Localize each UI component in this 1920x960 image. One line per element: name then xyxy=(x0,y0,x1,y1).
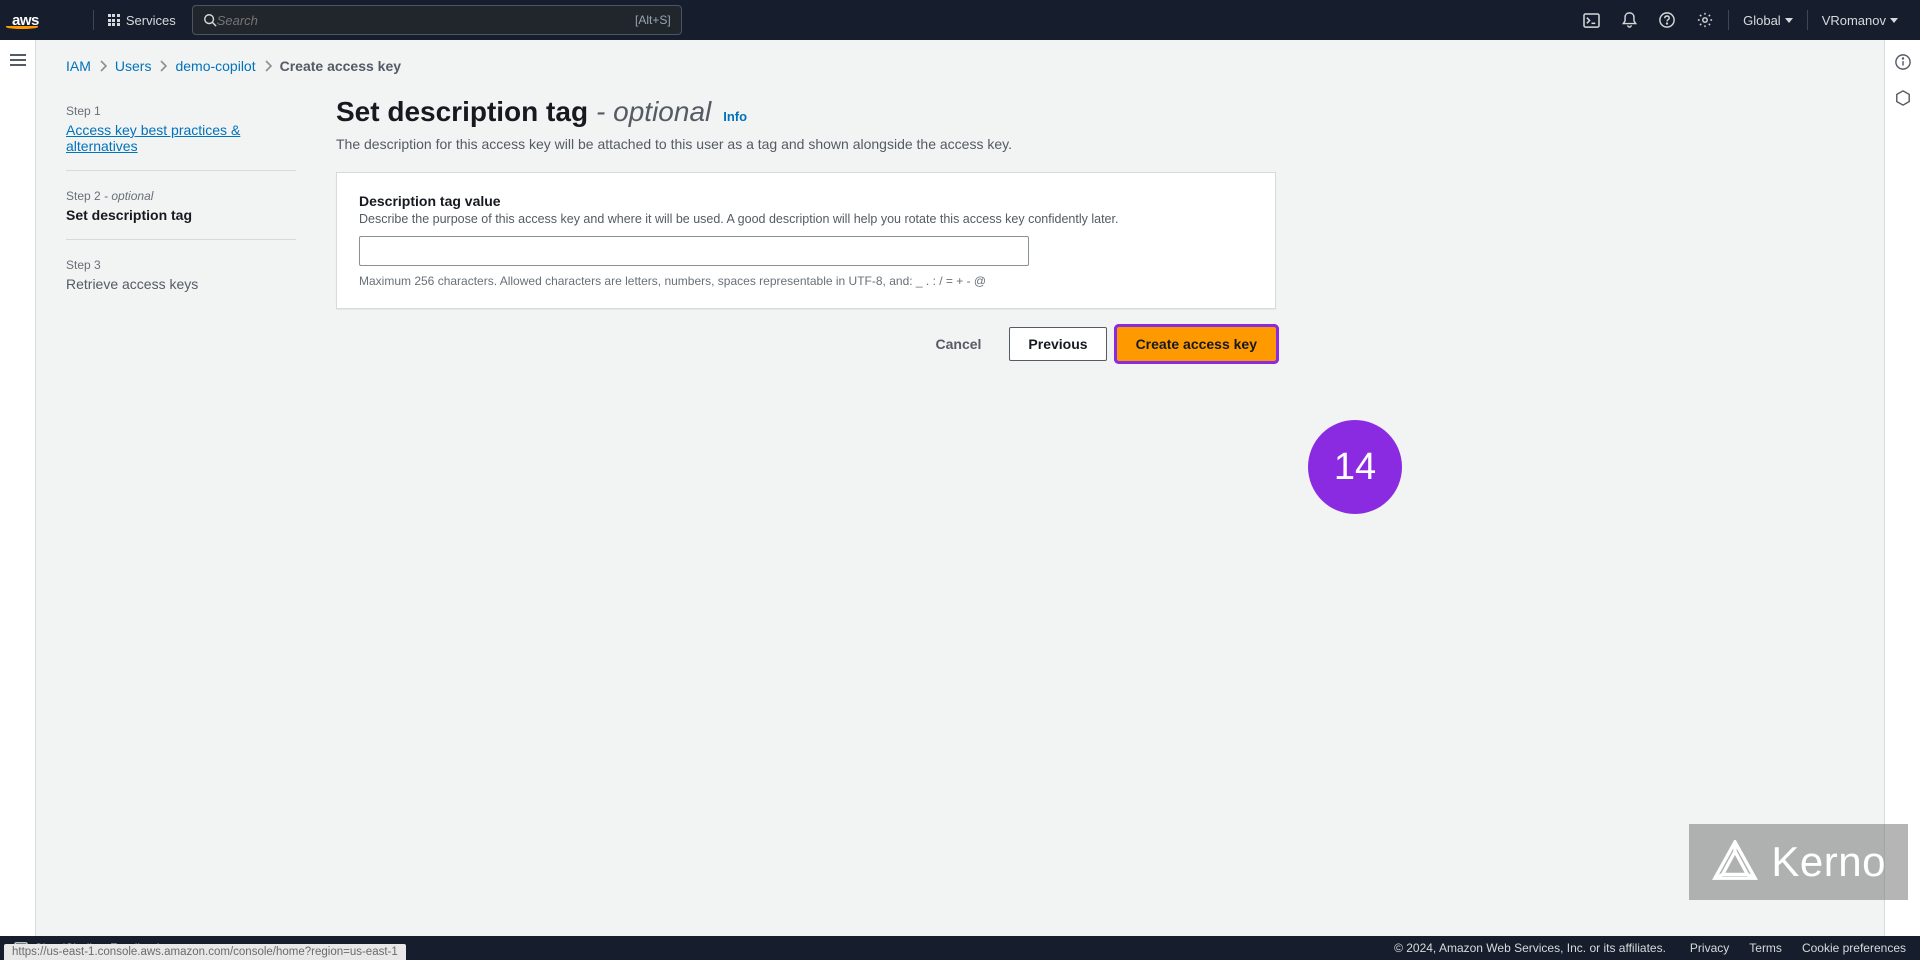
field-constraint: Maximum 256 characters. Allowed characte… xyxy=(359,274,1253,288)
kerno-label: Kerno xyxy=(1771,838,1886,886)
info-circle-icon[interactable] xyxy=(1895,54,1911,70)
privacy-link[interactable]: Privacy xyxy=(1690,941,1729,955)
services-button[interactable]: Services xyxy=(98,0,186,40)
help-button[interactable] xyxy=(1648,0,1686,40)
top-nav: aws Services [Alt+S] Global VRomanov xyxy=(0,0,1920,40)
region-selector[interactable]: Global xyxy=(1733,0,1803,40)
content-main: Set description tag - optional Info The … xyxy=(336,96,1276,361)
copyright: © 2024, Amazon Web Services, Inc. or its… xyxy=(1394,941,1666,955)
annotation-badge: 14 xyxy=(1308,420,1402,514)
title-optional: optional xyxy=(613,96,711,127)
field-hint: Describe the purpose of this access key … xyxy=(359,212,1253,226)
chevron-right-icon xyxy=(159,60,167,72)
app-body: IAM Users demo-copilot Create access key… xyxy=(0,40,1920,936)
page-title: Set description tag - optional Info xyxy=(336,96,1276,128)
search-shortcut: [Alt+S] xyxy=(635,13,671,27)
main-area: IAM Users demo-copilot Create access key… xyxy=(36,40,1884,936)
left-rail xyxy=(0,40,36,936)
field-label: Description tag value xyxy=(359,193,1253,209)
wizard-step-1-link[interactable]: Access key best practices & alternatives xyxy=(66,122,296,154)
description-tag-input[interactable] xyxy=(359,236,1029,266)
wizard-step-3-title: Retrieve access keys xyxy=(66,276,296,292)
page-description: The description for this access key will… xyxy=(336,136,1276,152)
wizard-step-3: Step 3 Retrieve access keys xyxy=(66,250,296,308)
services-label: Services xyxy=(126,13,176,28)
open-sidenav-button[interactable] xyxy=(10,54,26,66)
divider xyxy=(1807,10,1808,30)
notifications-button[interactable] xyxy=(1610,0,1648,40)
wizard-step-1: Step 1 Access key best practices & alter… xyxy=(66,96,296,171)
step-number: Step 2 - optional xyxy=(66,189,296,203)
step-number: Step 3 xyxy=(66,258,296,272)
cloudshell-icon-button[interactable] xyxy=(1572,0,1610,40)
search-input-wrap[interactable]: [Alt+S] xyxy=(192,5,682,35)
right-rail xyxy=(1884,40,1920,936)
divider xyxy=(1728,10,1729,30)
search-icon xyxy=(203,13,217,27)
status-url-preview: https://us-east-1.console.aws.amazon.com… xyxy=(4,944,406,960)
create-access-key-button[interactable]: Create access key xyxy=(1117,327,1276,361)
grid-icon xyxy=(108,14,120,26)
breadcrumb-user[interactable]: demo-copilot xyxy=(175,58,255,74)
breadcrumb: IAM Users demo-copilot Create access key xyxy=(66,58,1854,74)
aws-logo[interactable]: aws xyxy=(12,12,71,29)
title-sep: - xyxy=(596,96,613,127)
chevron-down-icon xyxy=(1890,18,1898,23)
description-panel: Description tag value Describe the purpo… xyxy=(336,172,1276,309)
page-title-main: Set description tag xyxy=(336,96,588,128)
step-number: Step 1 xyxy=(66,104,296,118)
terminal-icon xyxy=(1583,13,1600,28)
wizard-steps: Step 1 Access key best practices & alter… xyxy=(66,96,296,361)
chevron-right-icon xyxy=(264,60,272,72)
hexagon-icon[interactable] xyxy=(1895,90,1911,106)
search-input[interactable] xyxy=(217,13,635,28)
region-label: Global xyxy=(1743,13,1781,28)
divider xyxy=(93,10,94,30)
question-circle-icon xyxy=(1659,12,1675,28)
breadcrumb-current: Create access key xyxy=(280,58,401,74)
user-menu[interactable]: VRomanov xyxy=(1812,0,1908,40)
kerno-logo-icon xyxy=(1711,840,1759,884)
breadcrumb-iam[interactable]: IAM xyxy=(66,58,91,74)
user-label: VRomanov xyxy=(1822,13,1886,28)
cookie-preferences-link[interactable]: Cookie preferences xyxy=(1802,941,1906,955)
info-link[interactable]: Info xyxy=(723,109,747,124)
previous-button[interactable]: Previous xyxy=(1009,327,1106,361)
settings-button[interactable] xyxy=(1686,0,1724,40)
wizard-step-2-title: Set description tag xyxy=(66,207,296,223)
content-grid: Step 1 Access key best practices & alter… xyxy=(66,96,1854,361)
chevron-right-icon xyxy=(99,60,107,72)
kerno-watermark: Kerno xyxy=(1689,824,1908,900)
cancel-button[interactable]: Cancel xyxy=(918,328,1000,360)
breadcrumb-users[interactable]: Users xyxy=(115,58,152,74)
terms-link[interactable]: Terms xyxy=(1749,941,1782,955)
chevron-down-icon xyxy=(1785,18,1793,23)
aws-smile-icon xyxy=(6,25,38,29)
gear-icon xyxy=(1697,12,1713,28)
bell-icon xyxy=(1622,12,1637,28)
wizard-step-2: Step 2 - optional Set description tag xyxy=(66,181,296,240)
button-row: Cancel Previous Create access key xyxy=(336,327,1276,361)
